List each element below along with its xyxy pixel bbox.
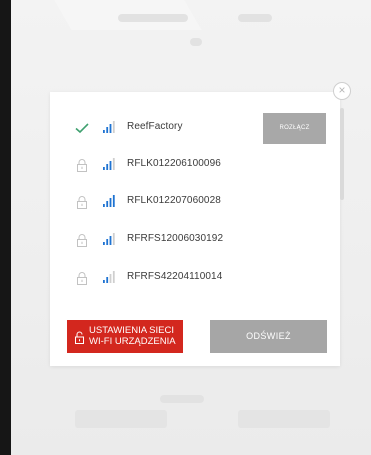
wifi-signal-icon	[103, 121, 115, 133]
left-dark-bar	[0, 0, 11, 455]
refresh-button[interactable]: ODŚWIEŻ	[210, 320, 327, 353]
lock-icon	[77, 159, 87, 172]
wifi-settings-button[interactable]: USTAWIENIA SIECI WI-FI URZĄDZENIA	[67, 320, 183, 353]
scrollbar[interactable]	[340, 108, 344, 200]
lock-icon	[77, 272, 87, 285]
network-name: RFRFS12006030192	[127, 233, 224, 244]
unlock-icon	[75, 331, 84, 344]
wifi-signal-icon	[103, 271, 115, 283]
network-row[interactable]: RFRFS42204110014	[64, 268, 304, 288]
close-button[interactable]: ×	[333, 82, 351, 100]
network-row[interactable]: RFRFS12006030192	[64, 230, 304, 250]
wifi-settings-label: USTAWIENIA SIECI WI-FI URZĄDZENIA	[89, 325, 179, 347]
network-name: RFRFS42204110014	[127, 271, 223, 282]
lock-icon	[77, 234, 87, 247]
background-blur-button	[75, 410, 167, 428]
check-icon	[75, 123, 89, 134]
background-blur-text	[160, 395, 204, 403]
network-name: RFLK012207060028	[127, 195, 221, 206]
background-blur-button	[238, 410, 330, 428]
wifi-signal-icon	[103, 158, 115, 170]
wifi-signal-icon	[103, 233, 115, 245]
network-row[interactable]: RFLK012207060028	[64, 192, 304, 212]
background-blur-text	[238, 14, 272, 22]
disconnect-button[interactable]: ROZŁĄCZ	[263, 113, 326, 144]
network-name: RFLK012206100096	[127, 158, 221, 169]
wifi-signal-icon	[103, 195, 115, 207]
close-icon: ×	[338, 83, 346, 97]
network-row[interactable]: RFLK012206100096	[64, 155, 304, 175]
settings-label-line-1: USTAWIENIA SIECI	[89, 325, 174, 336]
settings-label-line-2: WI-FI URZĄDZENIA	[89, 336, 176, 347]
network-name: ReefFactory	[127, 121, 183, 132]
background-blur-text	[190, 38, 202, 46]
lock-icon	[77, 196, 87, 209]
background-blur-text	[118, 14, 188, 22]
